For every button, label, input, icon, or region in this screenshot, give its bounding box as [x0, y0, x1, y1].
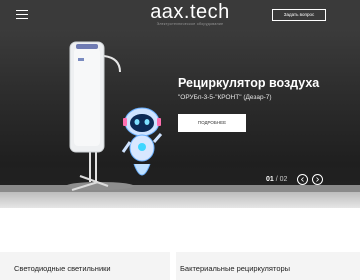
- logo-tagline: Электротехническое оборудование: [156, 22, 224, 26]
- slide-counter: 01 / 02: [266, 176, 287, 183]
- more-details-button[interactable]: ПОДРОБНЕЕ: [178, 114, 246, 132]
- site-logo[interactable]: aax.tech: [150, 2, 230, 22]
- hero-bottom-strip: [0, 185, 360, 192]
- chevron-right-icon: [316, 177, 320, 182]
- robot-mascot-image: [121, 107, 163, 176]
- hero-subtitle: "ОРУБп-3-5-"КРОНТ" (Дезар-7): [178, 94, 272, 101]
- slide-prev-button[interactable]: [297, 174, 308, 185]
- hamburger-icon[interactable]: [16, 10, 28, 20]
- chevron-left-icon: [300, 177, 304, 182]
- site-header: aax.tech Электротехническое оборудование…: [0, 0, 360, 30]
- slide-next-button[interactable]: [312, 174, 323, 185]
- hero-title: Рециркулятор воздуха: [178, 76, 320, 90]
- category-card-led-lamps[interactable]: Светодиодные светильники: [0, 252, 170, 280]
- slide-total: 02: [279, 176, 288, 183]
- page: aax.tech Электротехническое оборудование…: [0, 0, 360, 280]
- category-title: Бактериальные рециркуляторы: [180, 264, 291, 273]
- category-title: Светодиодные светильники: [14, 264, 111, 273]
- categories-section: Светодиодные светильники Бактериальные р…: [0, 208, 360, 280]
- category-card-recirculators[interactable]: Бактериальные рециркуляторы: [176, 252, 360, 280]
- slide-current: 01: [266, 176, 274, 183]
- slide-separator: /: [275, 176, 278, 183]
- hero-floor-shadow: [0, 192, 360, 208]
- ask-question-button[interactable]: Задать вопрос: [272, 9, 326, 21]
